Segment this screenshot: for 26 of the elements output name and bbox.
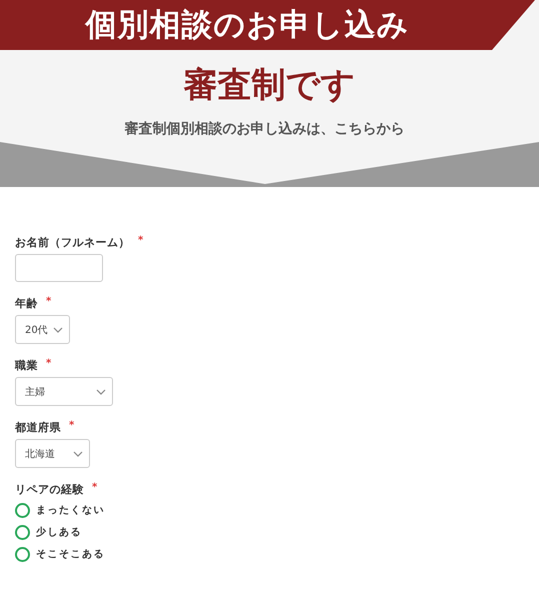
- chevron-down-icon: [53, 326, 63, 332]
- name-input[interactable]: [15, 254, 103, 282]
- headline: 審査制です: [184, 64, 356, 107]
- option-label[interactable]: まったくない: [36, 503, 105, 517]
- required-mark: *: [46, 296, 52, 309]
- subtitle: 審査制個別相談のお申し込みは、こちらから: [124, 120, 404, 138]
- option-label[interactable]: 少しある: [36, 525, 82, 539]
- field-label: 職業: [15, 358, 38, 373]
- field-label: リペアの経験: [15, 482, 84, 497]
- field-label: お名前（フルネーム）: [15, 235, 130, 250]
- dropdown[interactable]: 主婦: [15, 377, 113, 406]
- field-label: 年齢: [15, 296, 38, 311]
- dropdown[interactable]: 20代: [15, 315, 70, 344]
- banner-title: 個別相談のお申し込み: [0, 0, 535, 50]
- chevron-down-icon: [73, 450, 83, 456]
- radio-button[interactable]: [15, 502, 30, 518]
- chevron-down-icon: [96, 388, 106, 394]
- required-mark: *: [69, 420, 74, 433]
- radio-button[interactable]: [15, 546, 30, 562]
- field-label: 都道府県: [15, 420, 61, 435]
- required-mark: *: [138, 235, 144, 248]
- dropdown[interactable]: 北海道: [15, 439, 90, 468]
- required-mark: *: [46, 358, 52, 371]
- option-label[interactable]: そこそこある: [36, 547, 105, 561]
- required-mark: *: [92, 482, 98, 495]
- radio-button[interactable]: [15, 524, 30, 540]
